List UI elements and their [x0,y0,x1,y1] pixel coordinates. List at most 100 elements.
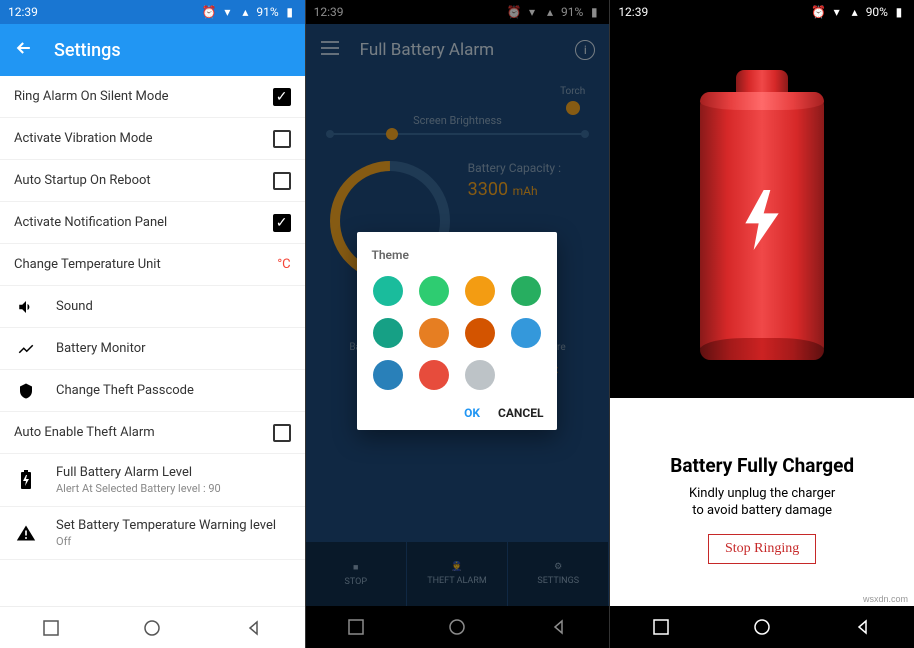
nav-recent[interactable] [649,615,673,639]
brightness-label: Screen Brightness [330,114,586,127]
back-icon[interactable] [14,38,34,63]
app-bar: Settings [0,24,305,76]
setting-label: Activate Vibration Mode [14,131,153,146]
alarm-icon: ⏰ [202,5,216,19]
setting-vibration[interactable]: Activate Vibration Mode [0,118,305,160]
setting-label: Auto Startup On Reboot [14,173,151,188]
info-icon[interactable]: i [575,40,595,60]
status-time: 12:39 [618,5,648,19]
nav-home[interactable] [445,615,469,639]
checkbox-icon[interactable]: ✓ [273,214,291,232]
nav-home[interactable] [140,616,164,640]
signal-icon: ▴ [238,5,252,19]
setting-label: Change Temperature Unit [14,257,161,272]
nav-back[interactable] [242,616,266,640]
stop-icon: ■ [353,562,358,573]
torch-indicator-icon [566,101,580,115]
brightness-slider[interactable] [330,133,586,135]
brightness-slider-area: Screen Brightness [330,114,586,135]
nav-back[interactable] [547,615,571,639]
tab-theft-alarm[interactable]: 👮 THEFT ALARM [407,542,508,606]
menu-icon[interactable] [320,40,340,61]
theme-swatch[interactable] [373,276,403,306]
setting-temp-warning[interactable]: Set Battery Temperature Warning level Of… [0,507,305,560]
theme-swatch[interactable] [419,360,449,390]
setting-theft-alarm[interactable]: Auto Enable Theft Alarm [0,412,305,454]
status-icons: ⏰ ▾ ▴ 90% ▮ [812,5,906,19]
gear-icon: ⚙ [554,562,562,572]
setting-startup[interactable]: Auto Startup On Reboot [0,160,305,202]
setting-label: Change Theft Passcode [56,383,194,398]
tab-settings[interactable]: ⚙ SETTINGS [508,542,609,606]
tab-stop[interactable]: ■ STOP [306,542,407,606]
setting-label: Ring Alarm On Silent Mode [14,89,169,104]
ok-button[interactable]: OK [464,406,480,420]
theme-swatches [371,276,543,390]
checkbox-icon[interactable] [273,172,291,190]
setting-sublabel: Off [56,535,291,548]
setting-temperature-unit[interactable]: Change Temperature Unit °C [0,244,305,286]
capacity-label: Battery Capacity : [468,161,586,175]
cancel-button[interactable]: CANCEL [498,406,543,420]
setting-label: Activate Notification Panel [14,215,167,230]
battery-icon: ▮ [283,5,297,19]
nav-home[interactable] [750,615,774,639]
tab-bar: ■ STOP 👮 THEFT ALARM ⚙ SETTINGS [306,542,610,606]
checkbox-icon[interactable] [273,130,291,148]
slider-thumb[interactable] [386,128,398,140]
theme-dialog: Theme OK CANCEL [357,232,557,430]
charged-screen: 12:39 ⏰ ▾ ▴ 90% ▮ Battery Fully Charged … [609,0,914,648]
setting-label: Sound [56,299,93,314]
signal-icon: ▴ [543,5,557,19]
app-bar-title: Full Battery Alarm [360,40,494,60]
theme-swatch[interactable] [511,318,541,348]
charged-title: Battery Fully Charged [630,454,894,477]
theme-swatch[interactable] [373,360,403,390]
battery-body-icon [700,92,824,360]
theme-swatch[interactable] [465,318,495,348]
setting-alarm-level[interactable]: Full Battery Alarm Level Alert At Select… [0,454,305,507]
setting-label: Set Battery Temperature Warning level [56,518,291,533]
status-icons: ⏰ ▾ ▴ 91% ▮ [507,5,601,19]
setting-battery-monitor[interactable]: Battery Monitor [0,328,305,370]
nav-recent[interactable] [39,616,63,640]
tab-label: THEFT ALARM [427,576,486,586]
chart-icon [14,340,38,358]
theme-swatch[interactable] [511,276,541,306]
theme-swatch[interactable] [465,360,495,390]
setting-sound[interactable]: Sound [0,286,305,328]
theft-icon: 👮 [451,562,462,572]
settings-list: Ring Alarm On Silent Mode ✓ Activate Vib… [0,76,305,606]
torch-label: Torch [560,86,585,97]
tab-label: STOP [345,577,367,587]
status-bar: 12:39 ⏰ ▾ ▴ 91% ▮ [306,0,610,24]
charged-panel: Battery Fully Charged Kindly unplug the … [610,398,914,606]
battery-icon [14,470,38,490]
setting-theft-passcode[interactable]: Change Theft Passcode [0,370,305,412]
alarm-icon: ⏰ [812,5,826,19]
status-time: 12:39 [8,5,38,19]
stop-ringing-button[interactable]: Stop Ringing [708,534,816,564]
dialog-title: Theme [371,248,543,262]
torch-toggle[interactable]: Torch [560,86,585,115]
theme-swatch[interactable] [373,318,403,348]
temperature-unit-value: °C [277,257,290,272]
setting-ring-silent[interactable]: Ring Alarm On Silent Mode ✓ [0,76,305,118]
battery-percent: 90% [866,5,888,19]
theme-swatch[interactable] [465,276,495,306]
battery-cap-icon [736,70,788,92]
settings-screen: 12:39 ⏰ ▾ ▴ 91% ▮ Settings Ring Alarm On… [0,0,305,648]
checkbox-icon[interactable] [273,424,291,442]
battery-illustration [610,24,914,398]
checkbox-icon[interactable]: ✓ [273,88,291,106]
setting-notification[interactable]: Activate Notification Panel ✓ [0,202,305,244]
app-bar: Full Battery Alarm i [306,24,610,76]
nav-recent[interactable] [344,615,368,639]
nav-back[interactable] [851,615,875,639]
alarm-icon: ⏰ [507,5,521,19]
volume-icon [14,298,38,316]
battery-graphic [700,70,824,360]
theme-swatch[interactable] [419,276,449,306]
theme-swatch[interactable] [419,318,449,348]
slider-max-icon [581,130,589,138]
